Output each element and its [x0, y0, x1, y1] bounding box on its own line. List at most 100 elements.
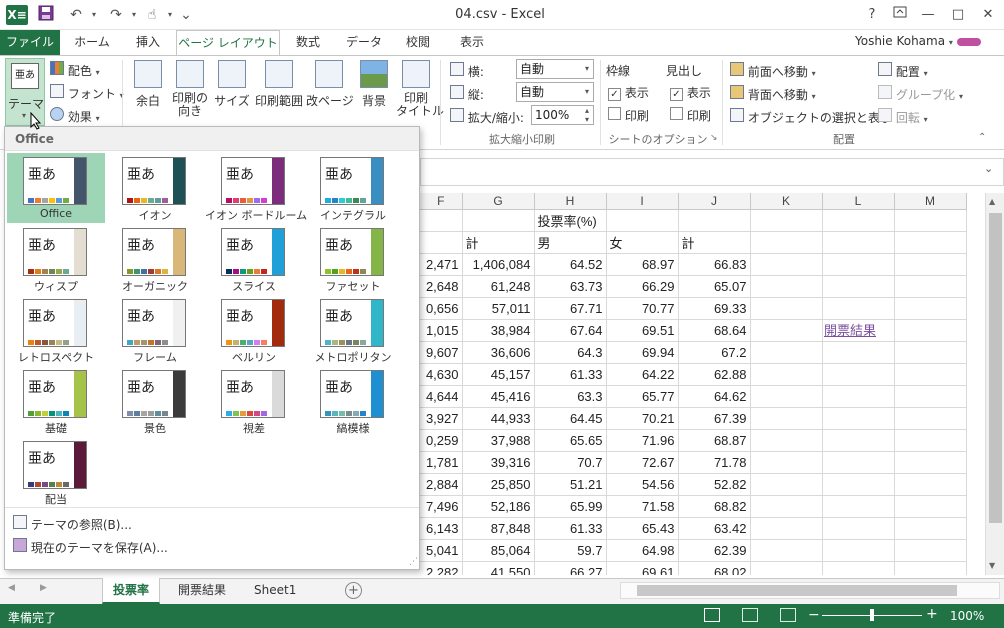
- table-cell[interactable]: 61.33: [534, 517, 607, 540]
- table-cell[interactable]: [894, 561, 967, 575]
- column-header[interactable]: L: [822, 193, 895, 210]
- table-cell[interactable]: [822, 451, 895, 474]
- table-cell[interactable]: 6,143: [420, 517, 463, 540]
- redo-dropdown-icon[interactable]: ▾: [124, 5, 144, 25]
- browse-themes-item[interactable]: テーマの参照(B)...: [13, 515, 132, 533]
- width-select[interactable]: 自動 ▾: [516, 59, 594, 79]
- table-cell[interactable]: [894, 297, 967, 320]
- table-cell[interactable]: [822, 209, 895, 232]
- table-cell[interactable]: [894, 319, 967, 342]
- tab-insert[interactable]: 挿入: [126, 30, 170, 55]
- theme-option[interactable]: 亜あ ベルリン: [205, 295, 303, 365]
- table-cell[interactable]: [894, 451, 967, 474]
- table-cell[interactable]: [894, 539, 967, 562]
- tab-file[interactable]: ファイル: [0, 30, 60, 55]
- table-cell[interactable]: [750, 253, 823, 276]
- sheet-tab-turnout[interactable]: 投票率: [102, 578, 161, 604]
- table-cell[interactable]: 71.58: [606, 495, 679, 518]
- table-cell[interactable]: 2,648: [420, 275, 463, 298]
- table-cell[interactable]: 68.82: [678, 495, 751, 518]
- undo-dropdown-icon[interactable]: ▾: [84, 5, 104, 25]
- theme-option[interactable]: 亜あ 景色: [106, 366, 204, 436]
- table-cell[interactable]: [894, 231, 967, 254]
- horizontal-scrollbar[interactable]: [620, 582, 1000, 599]
- table-cell[interactable]: 37,988: [462, 429, 535, 452]
- table-cell[interactable]: 64.22: [606, 363, 679, 386]
- table-cell[interactable]: 41,550: [462, 561, 535, 575]
- table-cell[interactable]: 57,011: [462, 297, 535, 320]
- table-cell[interactable]: 4,644: [420, 385, 463, 408]
- expand-formula-bar-icon[interactable]: ⌄: [984, 162, 993, 175]
- table-cell[interactable]: [750, 209, 823, 232]
- table-cell[interactable]: [822, 561, 895, 575]
- table-cell[interactable]: 67.71: [534, 297, 607, 320]
- results-link[interactable]: 開票結果: [824, 320, 876, 339]
- table-cell[interactable]: 67.39: [678, 407, 751, 430]
- table-cell[interactable]: [822, 407, 895, 430]
- dialog-launcher-icon[interactable]: ↘: [710, 133, 718, 143]
- table-cell[interactable]: [822, 231, 895, 254]
- table-cell[interactable]: [750, 297, 823, 320]
- table-cell[interactable]: 87,848: [462, 517, 535, 540]
- table-cell[interactable]: [894, 363, 967, 386]
- table-cell[interactable]: 70.21: [606, 407, 679, 430]
- group-button[interactable]: グループ化 ▾: [878, 85, 963, 103]
- table-cell[interactable]: [750, 473, 823, 496]
- effects-button[interactable]: 効果 ▾: [50, 107, 100, 125]
- height-select[interactable]: 自動 ▾: [516, 82, 594, 102]
- table-cell[interactable]: [822, 297, 895, 320]
- margins-button[interactable]: 余白: [130, 60, 166, 109]
- table-cell[interactable]: 68.02: [678, 561, 751, 575]
- table-cell[interactable]: [678, 209, 751, 232]
- table-cell[interactable]: [750, 561, 823, 575]
- table-cell[interactable]: [750, 231, 823, 254]
- table-cell[interactable]: 65.99: [534, 495, 607, 518]
- table-cell[interactable]: 70.7: [534, 451, 607, 474]
- theme-option[interactable]: 亜あ インテグラル: [304, 153, 402, 223]
- table-cell[interactable]: [822, 385, 895, 408]
- zoom-slider-thumb[interactable]: [870, 609, 874, 621]
- theme-option[interactable]: 亜あ 配当: [7, 437, 105, 507]
- table-cell[interactable]: 1,406,084: [462, 253, 535, 276]
- customize-qat-icon[interactable]: ⌄: [176, 5, 196, 25]
- table-cell[interactable]: 68.64: [678, 319, 751, 342]
- table-cell[interactable]: 69.61: [606, 561, 679, 575]
- ribbon-display-options-icon[interactable]: [886, 3, 914, 27]
- table-cell[interactable]: [822, 473, 895, 496]
- hscroll-thumb[interactable]: [637, 585, 957, 596]
- theme-option[interactable]: 亜あ レトロスペクト: [7, 295, 105, 365]
- table-cell[interactable]: 9,607: [420, 341, 463, 364]
- table-cell[interactable]: 61.33: [534, 363, 607, 386]
- gridlines-view-checkbox[interactable]: ✓ 表示: [608, 84, 649, 101]
- scroll-thumb[interactable]: [989, 213, 1002, 523]
- table-cell[interactable]: 64.62: [678, 385, 751, 408]
- scroll-down-icon[interactable]: ▼: [989, 561, 995, 570]
- theme-option[interactable]: 亜あ フレーム: [106, 295, 204, 365]
- table-cell[interactable]: 45,157: [462, 363, 535, 386]
- undo-icon[interactable]: ↶: [66, 5, 86, 25]
- table-cell[interactable]: 2,471: [420, 253, 463, 276]
- table-cell[interactable]: 59.7: [534, 539, 607, 562]
- theme-option[interactable]: 亜あ 縞模様: [304, 366, 402, 436]
- theme-option[interactable]: 亜あ オーガニック: [106, 224, 204, 294]
- table-cell[interactable]: 72.67: [606, 451, 679, 474]
- close-button[interactable]: ✕: [974, 3, 1002, 27]
- table-cell[interactable]: [750, 363, 823, 386]
- table-cell[interactable]: [750, 517, 823, 540]
- page-break-view-icon[interactable]: [780, 608, 796, 622]
- table-cell[interactable]: [750, 341, 823, 364]
- table-cell[interactable]: 64.3: [534, 341, 607, 364]
- table-cell[interactable]: [750, 385, 823, 408]
- table-cell[interactable]: 66.29: [606, 275, 679, 298]
- tab-home[interactable]: ホーム: [70, 30, 114, 55]
- table-cell[interactable]: [894, 275, 967, 298]
- theme-option[interactable]: 亜あ メトロポリタン: [304, 295, 402, 365]
- table-cell[interactable]: 2,282: [420, 561, 463, 575]
- theme-option[interactable]: 亜あ イオン ボードルーム: [205, 153, 307, 223]
- table-cell[interactable]: 0,259: [420, 429, 463, 452]
- tab-review[interactable]: 校閲: [398, 30, 438, 55]
- table-cell[interactable]: [822, 429, 895, 452]
- scroll-up-icon[interactable]: ▲: [989, 197, 995, 206]
- table-cell[interactable]: [420, 209, 463, 232]
- align-button[interactable]: 配置 ▾: [878, 62, 928, 80]
